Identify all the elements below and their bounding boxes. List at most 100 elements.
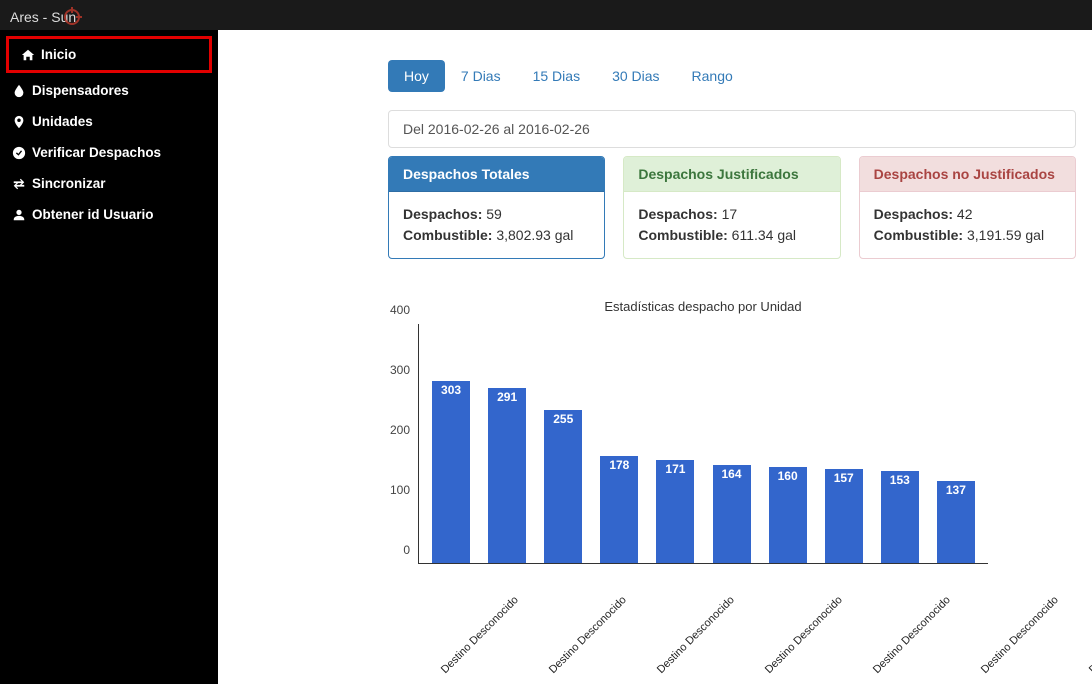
bar-wrap: 153 [874,471,926,563]
home-icon [21,48,35,62]
value: 3,802.93 gal [496,227,573,243]
bar[interactable]: 255 [544,410,582,563]
brand[interactable]: Ares - Sun [10,6,80,25]
bar-value-label: 178 [600,458,638,472]
y-axis: 0100200300400 [378,324,418,564]
bar-wrap: 178 [593,456,645,563]
bar-wrap: 291 [481,388,533,563]
bar-wrap: 157 [818,469,870,563]
x-tick-label: Destino Desconocido [439,594,521,676]
sidebar-item-label: Obtener id Usuario [32,207,154,222]
value: 59 [486,206,502,222]
card-title: Despachos Justificados [624,157,839,192]
bar-wrap: 303 [425,381,477,563]
sidebar-item-label: Inicio [41,47,76,62]
card-title: Despachos Totales [389,157,604,192]
sidebar-item-label: Unidades [32,114,93,129]
label: Combustible: [638,227,731,243]
card-body: Despachos: 42 Combustible: 3,191.59 gal [860,192,1075,258]
sync-icon [12,177,26,191]
sidebar-item-dispensadores[interactable]: Dispensadores [0,75,218,106]
label: Combustible: [403,227,496,243]
sidebar-item-inicio[interactable]: Inicio [6,36,212,73]
value: 611.34 gal [732,227,796,243]
card-no-justificados: Despachos no Justificados Despachos: 42 … [859,156,1076,259]
sidebar-item-label: Verificar Despachos [32,145,161,160]
value: 17 [722,206,738,222]
x-tick-label: Destino Desconocido [655,594,737,676]
label: Despachos: [638,206,721,222]
bar-value-label: 164 [713,467,751,481]
value: 3,191.59 gal [967,227,1044,243]
drop-icon [12,84,26,98]
bar[interactable]: 164 [713,465,751,563]
y-tick: 0 [403,543,410,557]
bar-wrap: 160 [762,467,814,563]
y-tick: 200 [390,423,410,437]
y-tick: 300 [390,363,410,377]
chart-area: Estadísticas despacho por Unidad 0 100 200… [308,299,988,654]
x-tick-label: Destino Desconocido [871,594,953,676]
tab-rango[interactable]: Rango [676,60,749,92]
sidebar-item-label: Dispensadores [32,83,129,98]
card-justificados: Despachos Justificados Despachos: 17 Com… [623,156,840,259]
sidebar-item-obtener-id[interactable]: Obtener id Usuario [0,199,218,230]
check-circle-icon [12,146,26,160]
bar[interactable]: 153 [881,471,919,563]
sidebar-item-sincronizar[interactable]: Sincronizar [0,168,218,199]
sidebar-item-unidades[interactable]: Unidades [0,106,218,137]
date-range-display: Del 2016-02-26 al 2016-02-26 [388,110,1076,148]
tab-7-dias[interactable]: 7 Dias [445,60,517,92]
x-tick-label: Destino Desconocido [763,594,845,676]
x-axis-labels: Destino DesconocidoDestino DesconocidoDe… [418,570,988,582]
chart-container: 0100200300400 30329125517817116416015715… [308,324,988,654]
card-title: Despachos no Justificados [860,157,1075,192]
bar[interactable]: 178 [600,456,638,563]
bar[interactable]: 291 [488,388,526,563]
label: Despachos: [874,206,957,222]
tab-15-dias[interactable]: 15 Dias [517,60,596,92]
bar-wrap: 164 [705,465,757,563]
label: Combustible: [874,227,967,243]
sidebar: Inicio Dispensadores Unidades Verificar … [0,30,218,684]
bar[interactable]: 157 [825,469,863,563]
time-range-tabs: Hoy 7 Dias 15 Dias 30 Dias Rango [388,60,1076,92]
bar-value-label: 153 [881,473,919,487]
y-tick: 400 [390,303,410,317]
map-pin-icon [12,115,26,129]
bar-value-label: 171 [656,462,694,476]
bars: 303 291 255 178 171 164 160 157 153 137 [419,324,988,563]
brand-ares: Ares - [10,9,51,25]
bar-value-label: 303 [432,383,470,397]
card-totales: Despachos Totales Despachos: 59 Combusti… [388,156,605,259]
bar-value-label: 291 [488,390,526,404]
bar[interactable]: 160 [769,467,807,563]
sidebar-item-verificar[interactable]: Verificar Despachos [0,137,218,168]
brand-target-icon [64,9,80,25]
sidebar-item-label: Sincronizar [32,176,106,191]
card-body: Despachos: 59 Combustible: 3,802.93 gal [389,192,604,258]
bar[interactable]: 303 [432,381,470,563]
bar-wrap: 171 [649,460,701,563]
value: 42 [957,206,973,222]
tab-30-dias[interactable]: 30 Dias [596,60,675,92]
x-tick-label: Destino Desconocido [547,594,629,676]
card-body: Despachos: 17 Combustible: 611.34 gal [624,192,839,258]
bar[interactable]: 171 [656,460,694,563]
bar-value-label: 160 [769,469,807,483]
user-icon [12,208,26,222]
summary-cards: Despachos Totales Despachos: 59 Combusti… [388,156,1076,259]
chart-title: Estadísticas despacho por Unidad [418,299,988,314]
label: Despachos: [403,206,486,222]
y-tick: 100 [390,483,410,497]
bar-wrap: 255 [537,410,589,563]
bar-wrap: 137 [930,481,982,563]
x-tick-label: Destino Desconocido [1087,594,1092,676]
tab-hoy[interactable]: Hoy [388,60,445,92]
plot-area: 303 291 255 178 171 164 160 157 153 137 [418,324,988,564]
bar[interactable]: 137 [937,481,975,563]
main-content: Hoy 7 Dias 15 Dias 30 Dias Rango Del 201… [218,30,1092,684]
bar-value-label: 255 [544,412,582,426]
topbar: Ares - Sun [0,0,1092,30]
bar-value-label: 157 [825,471,863,485]
